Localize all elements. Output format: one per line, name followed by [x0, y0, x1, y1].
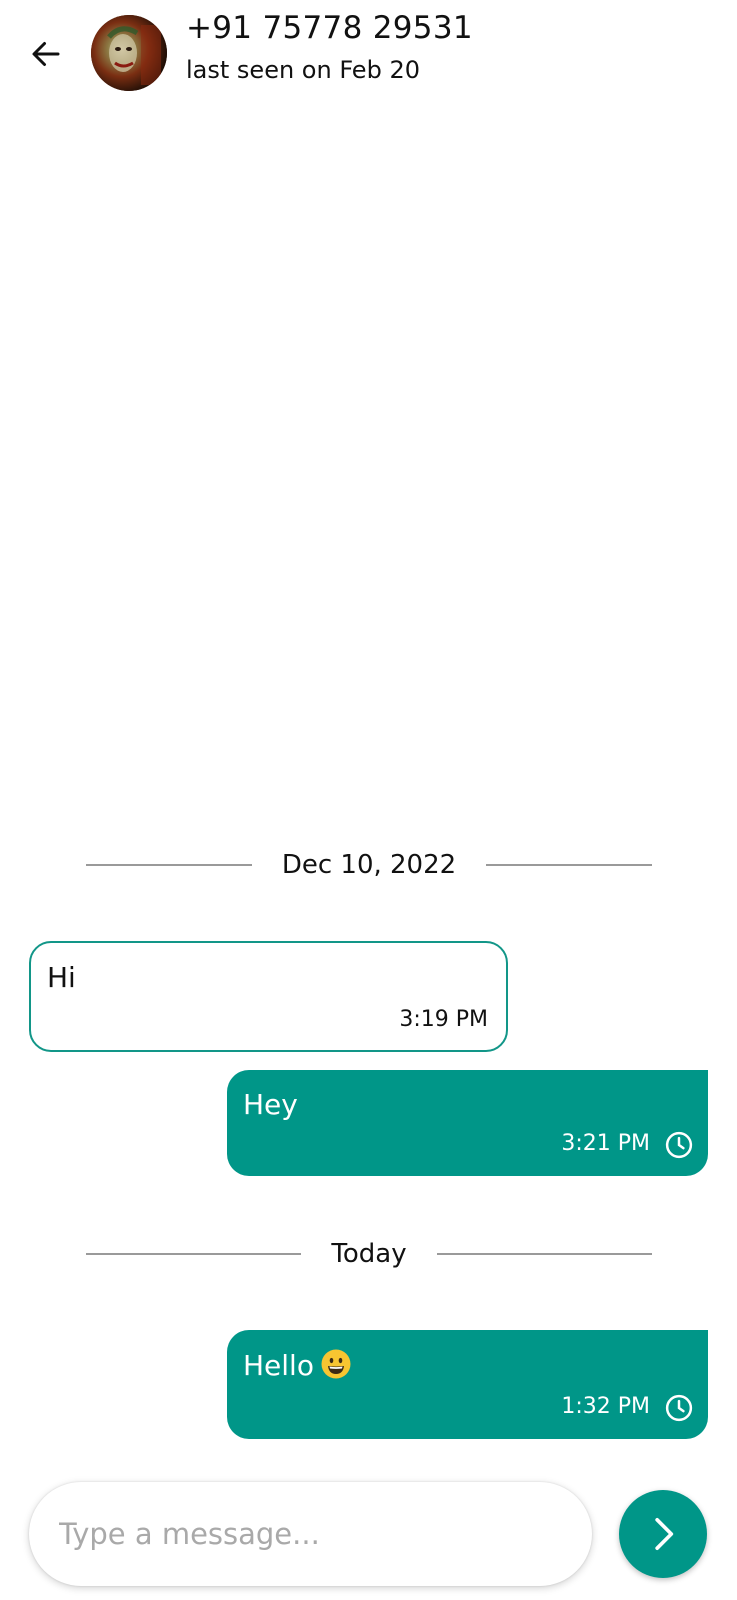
outgoing-message[interactable]: Hey 3:21 PM	[227, 1070, 708, 1176]
message-time: 1:32 PM	[561, 1394, 650, 1419]
date-divider-label: Today	[331, 1239, 407, 1269]
date-divider: Dec 10, 2022	[86, 845, 653, 885]
message-text: Hey	[243, 1088, 298, 1121]
divider-line	[486, 864, 653, 866]
message-input[interactable]	[57, 1516, 564, 1552]
message-text-content: Hello	[243, 1349, 314, 1382]
divider-line	[86, 1253, 302, 1255]
arrow-left-icon	[32, 42, 60, 66]
divider-line	[86, 864, 252, 866]
message-time: 3:19 PM	[399, 1007, 488, 1032]
outgoing-message[interactable]: Hello 1:32 PM	[227, 1330, 708, 1439]
send-button[interactable]	[619, 1490, 707, 1578]
date-divider-label: Dec 10, 2022	[281, 850, 457, 880]
last-seen-status: last seen on Feb 20	[186, 56, 420, 84]
chat-header: +91 75778 29531 last seen on Feb 20	[0, 0, 737, 100]
message-text: Hello	[243, 1348, 352, 1382]
clock-icon	[665, 1394, 693, 1422]
clock-icon	[665, 1131, 693, 1159]
contact-avatar[interactable]	[91, 15, 167, 91]
back-button[interactable]	[24, 32, 68, 76]
divider-line	[436, 1253, 653, 1255]
contact-name: +91 75778 29531	[186, 10, 473, 46]
message-text: Hi	[47, 961, 76, 994]
message-composer	[29, 1482, 592, 1586]
avatar-image	[91, 15, 167, 91]
grinning-face-icon	[321, 1349, 351, 1379]
message-time: 3:21 PM	[561, 1131, 650, 1156]
chevron-right-icon	[655, 1518, 674, 1550]
incoming-message[interactable]: Hi 3:19 PM	[29, 941, 508, 1052]
date-divider: Today	[86, 1234, 653, 1274]
